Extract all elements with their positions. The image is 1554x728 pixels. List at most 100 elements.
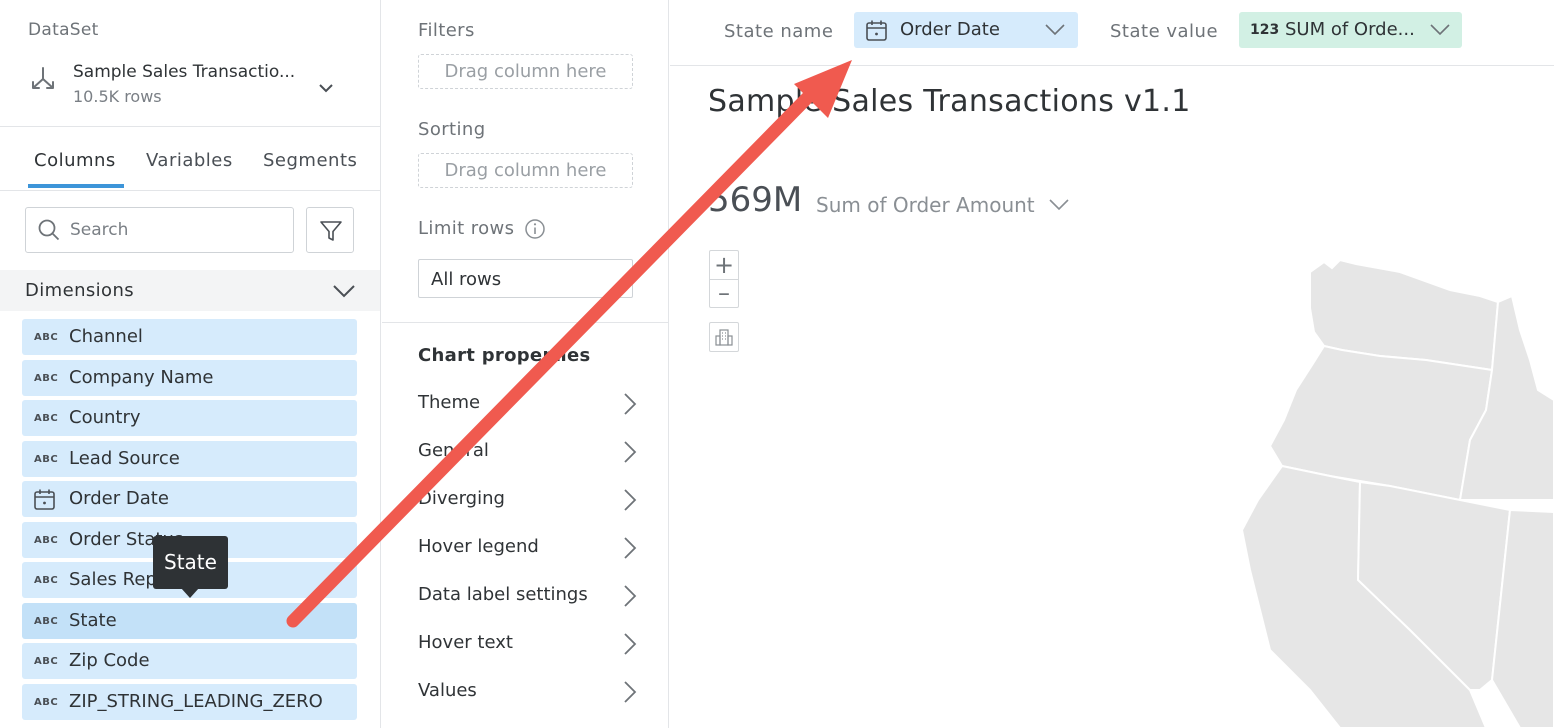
field-channel[interactable]: ABC Channel [22,319,357,355]
numeric-type-icon: 123 [1250,22,1280,38]
divider [0,126,380,127]
field-order-date[interactable]: Order Date [22,481,357,517]
chevron-right-icon [624,393,637,415]
chart-properties-heading: Chart properties [418,345,591,366]
funnel-icon [320,221,342,241]
field-country[interactable]: ABC Country [22,400,357,436]
state-value-value: SUM of Orde... [1285,19,1415,40]
tab-variables[interactable]: Variables [146,150,233,190]
sorting-drop-zone[interactable]: Drag column here [418,153,633,188]
property-diverging[interactable]: Diverging [418,485,638,515]
map-state-bar: State name Order Date State value 123 SU… [670,0,1554,66]
calendar-icon [866,20,887,41]
dataset-heading: DataSet [28,20,99,40]
property-values[interactable]: Values [418,677,638,707]
text-type-icon: ABC [34,696,59,708]
field-company-name[interactable]: ABC Company Name [22,359,357,396]
text-type-icon: ABC [34,575,59,586]
field-label: ZIP_STRING_LEADING_ZERO [69,690,323,712]
state-name-value: Order Date [900,19,1000,40]
info-icon[interactable] [524,218,546,240]
text-type-icon: ABC [34,656,59,667]
zoom-in-button[interactable]: + [710,251,738,279]
field-label: Sales Rep [69,569,157,590]
buildings-icon [715,329,733,346]
field-zip-code[interactable]: ABC Zip Code [22,643,357,679]
text-type-icon: ABC [34,413,59,424]
text-type-icon: ABC [34,534,59,546]
filters-drop-zone[interactable]: Drag column here [418,54,633,89]
property-label: Hover text [418,632,513,653]
kpi-measure-label[interactable]: Sum of Order Amount [816,193,1035,217]
property-label: Diverging [418,488,505,509]
chevron-down-icon[interactable] [332,282,356,300]
dimensions-header[interactable]: Dimensions [0,270,380,311]
field-label: Zip Code [69,650,150,671]
search-icon [38,219,60,241]
sorting-label: Sorting [418,119,486,140]
property-label: Theme [418,392,481,413]
us-map[interactable] [1230,250,1554,728]
data-panel: DataSet Sample Sales Transactio... 10.5K… [0,0,381,728]
active-tab-indicator [28,184,124,188]
property-general[interactable]: General [418,437,638,467]
text-type-icon: ABC [34,332,59,343]
field-label: Order Date [69,488,169,509]
property-data-label-settings[interactable]: Data label settings [418,581,638,611]
configuration-panel: Filters Drag column here Sorting Drag co… [382,0,669,728]
limit-rows-select[interactable]: All rows [418,259,633,298]
search-input[interactable] [70,216,285,244]
property-label: General [418,440,489,461]
filters-label: Filters [418,20,475,41]
property-hover-text[interactable]: Hover text [418,629,638,659]
dataset-name[interactable]: Sample Sales Transactio... [73,62,295,82]
field-label: Country [69,407,141,428]
property-label: Hover legend [418,536,539,557]
chevron-down-icon [1430,24,1450,36]
field-lead-source[interactable]: ABC Lead Source [22,440,357,477]
filter-button[interactable] [306,207,354,253]
reset-view-button[interactable] [709,322,739,352]
field-zip-string-leading-zero[interactable]: ABC ZIP_STRING_LEADING_ZERO [22,683,357,720]
field-label: State [69,609,117,631]
chevron-right-icon [624,681,637,703]
chart-title: Sample Sales Transactions v1.1 [708,84,1191,119]
property-label: Data label settings [418,584,588,605]
kpi-value: 569M [708,180,803,220]
dataset-icon [32,67,54,89]
field-state[interactable]: ABC State [22,602,357,639]
property-hover-legend[interactable]: Hover legend [418,533,638,563]
dimension-list: ABC Channel ABC Company Name ABC Country… [22,319,357,724]
chevron-down-icon[interactable] [318,80,334,96]
dimensions-label: Dimensions [25,280,135,301]
chevron-down-icon [1045,24,1065,36]
property-label: Values [418,680,477,701]
chevron-right-icon [624,489,637,511]
chevron-down-icon[interactable] [1048,198,1070,212]
text-type-icon: ABC [34,615,59,627]
state-value-label: State value [1110,21,1219,42]
text-type-icon: ABC [34,372,59,384]
chevron-right-icon [624,441,637,463]
zoom-control: + – [709,250,739,308]
search-box [25,207,294,253]
property-theme[interactable]: Theme [418,389,638,419]
field-tooltip: State [153,536,228,589]
chevron-right-icon [624,537,637,559]
state-name-label: State name [724,21,834,42]
dataset-row-count: 10.5K rows [73,87,162,106]
text-type-icon: ABC [34,453,59,465]
limit-rows-label: Limit rows [418,218,515,239]
field-label: Company Name [69,366,214,388]
divider [382,322,669,323]
tooltip-pointer [181,588,199,598]
field-label: Lead Source [69,447,180,469]
field-label: Channel [69,326,143,347]
state-name-select[interactable]: Order Date [854,12,1078,48]
zoom-out-button[interactable]: – [710,280,738,308]
calendar-icon [34,489,55,510]
chevron-right-icon [624,633,637,655]
state-value-select[interactable]: 123 SUM of Orde... [1239,12,1462,48]
chevron-right-icon [624,585,637,607]
tab-segments[interactable]: Segments [263,150,357,190]
